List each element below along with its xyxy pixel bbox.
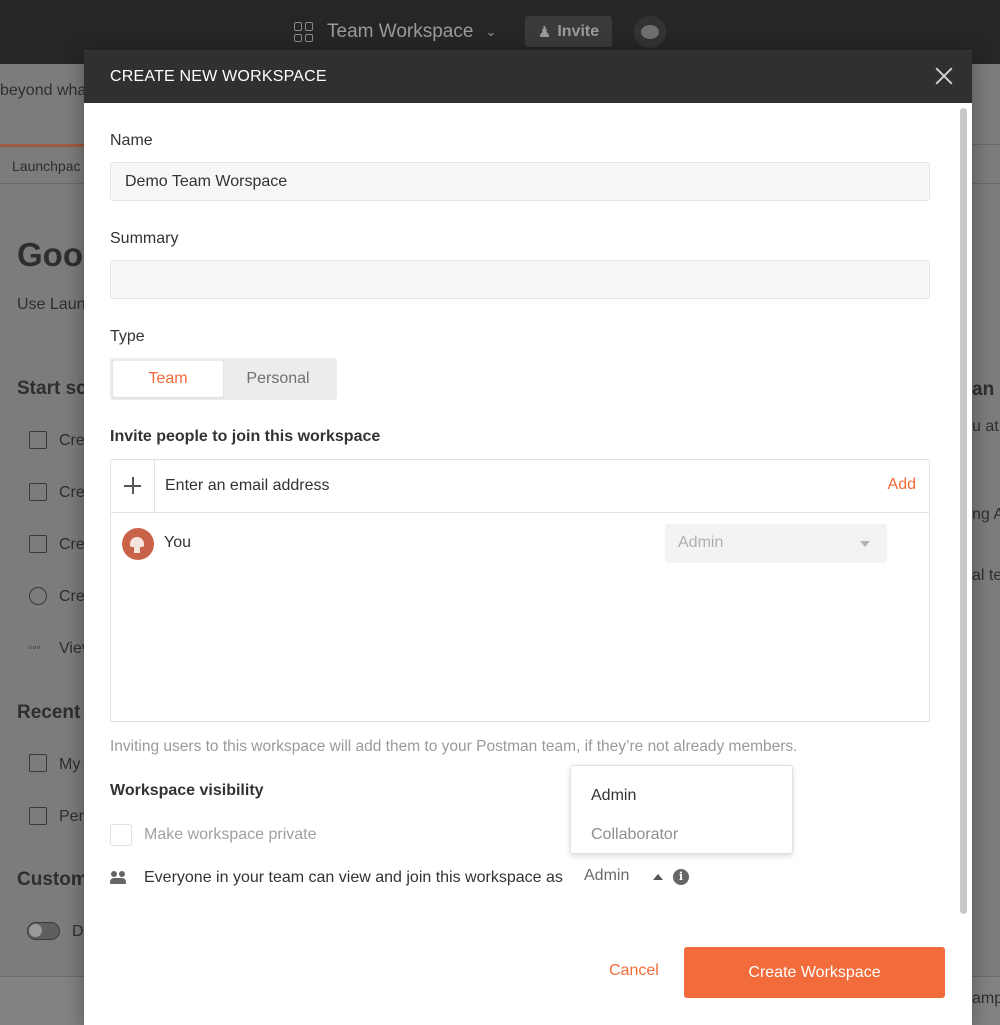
planet-icon[interactable] xyxy=(634,16,666,48)
team-role-dropdown: Admin Collaborator xyxy=(570,765,793,854)
request-icon xyxy=(29,431,47,449)
people-icon xyxy=(110,871,128,885)
avatar xyxy=(122,528,154,560)
team-access-text: Everyone in your team can view and join … xyxy=(144,869,563,886)
member-role-value: Admin xyxy=(678,534,724,551)
email-input[interactable] xyxy=(165,477,805,495)
create-workspace-modal: CREATE NEW WORKSPACE Name Summary Type T… xyxy=(84,50,972,1025)
grid-icon xyxy=(29,754,47,772)
team-role-select[interactable]: Admin xyxy=(584,867,629,885)
grid-icon xyxy=(29,807,47,825)
invite-email-row: Add xyxy=(111,459,929,513)
type-option-personal[interactable]: Personal xyxy=(223,361,333,397)
private-checkbox-label: Make workspace private xyxy=(144,826,317,843)
cancel-button[interactable]: Cancel xyxy=(609,962,659,980)
chevron-down-icon: ⌄ xyxy=(485,24,497,39)
right-text: u at xyxy=(972,418,999,435)
status-text: amp xyxy=(972,990,1000,1007)
right-heading: an xyxy=(972,379,995,400)
start-item[interactable]: Cre xyxy=(59,484,85,502)
toggle-label: D xyxy=(72,923,84,940)
start-heading: Start sc xyxy=(17,378,87,399)
collection-icon xyxy=(29,483,47,501)
type-toggle: Team Personal xyxy=(110,358,337,400)
environment-icon xyxy=(29,535,47,553)
plus-icon[interactable] xyxy=(111,459,155,513)
modal-header: CREATE NEW WORKSPACE xyxy=(84,50,972,103)
close-icon[interactable] xyxy=(934,66,954,86)
greeting-subtitle: Use Laun xyxy=(17,296,86,313)
workspace-name: Team Workspace xyxy=(327,21,474,42)
start-item[interactable]: Cre xyxy=(59,588,85,606)
recent-heading: Recent xyxy=(17,702,81,723)
visibility-heading: Workspace visibility xyxy=(110,782,264,799)
type-option-team[interactable]: Team xyxy=(113,361,223,397)
recent-item[interactable]: Per xyxy=(59,808,84,826)
theme-toggle[interactable] xyxy=(27,922,60,940)
recent-item[interactable]: My xyxy=(59,756,80,774)
add-button[interactable]: Add xyxy=(888,476,916,494)
summary-input[interactable] xyxy=(110,260,930,299)
invite-label: Invite xyxy=(557,22,600,40)
modal-title: CREATE NEW WORKSPACE xyxy=(110,67,327,85)
right-text: ng Al xyxy=(972,506,1000,523)
role-option-admin[interactable]: Admin xyxy=(571,776,792,815)
member-row: You Admin xyxy=(111,513,929,573)
private-checkbox-row: Make workspace private xyxy=(110,824,317,846)
role-option-collaborator[interactable]: Collaborator xyxy=(571,815,792,854)
invite-box: Add You Admin xyxy=(110,459,930,722)
invite-helper-text: Inviting users to this workspace will ad… xyxy=(110,738,798,755)
caret-down-icon xyxy=(860,541,870,547)
name-input[interactable] xyxy=(110,162,930,201)
invite-heading: Invite people to join this workspace xyxy=(110,428,381,445)
greeting-heading: Goo xyxy=(17,236,83,273)
more-icon: ◦◦◦ xyxy=(28,640,41,654)
tab-launchpad[interactable]: Launchpac xyxy=(12,158,81,174)
create-workspace-button[interactable]: Create Workspace xyxy=(684,947,945,998)
invite-button[interactable]: ♟ Invite xyxy=(525,16,612,47)
modal-scrollbar[interactable] xyxy=(960,108,967,914)
type-label: Type xyxy=(110,328,145,345)
summary-label: Summary xyxy=(110,230,179,247)
banner-text: beyond wha xyxy=(0,82,87,99)
start-item[interactable]: Cre xyxy=(59,432,85,450)
member-role-select: Admin xyxy=(665,524,887,563)
private-checkbox[interactable] xyxy=(110,824,132,846)
name-label: Name xyxy=(110,132,153,149)
workspace-icon xyxy=(29,587,47,605)
grid-icon xyxy=(294,22,314,42)
team-access-row: Everyone in your team can view and join … xyxy=(110,867,730,889)
info-icon[interactable]: i xyxy=(673,869,689,885)
add-user-icon: ♟ xyxy=(537,23,552,41)
active-tab-indicator xyxy=(0,144,84,147)
customize-heading: Custom xyxy=(17,869,88,890)
workspace-switcher[interactable]: Team Workspace ⌄ xyxy=(294,18,496,46)
start-item[interactable]: Cre xyxy=(59,536,85,554)
caret-up-icon[interactable] xyxy=(653,874,663,880)
member-name: You xyxy=(164,534,191,551)
right-text: al te xyxy=(972,567,1000,584)
